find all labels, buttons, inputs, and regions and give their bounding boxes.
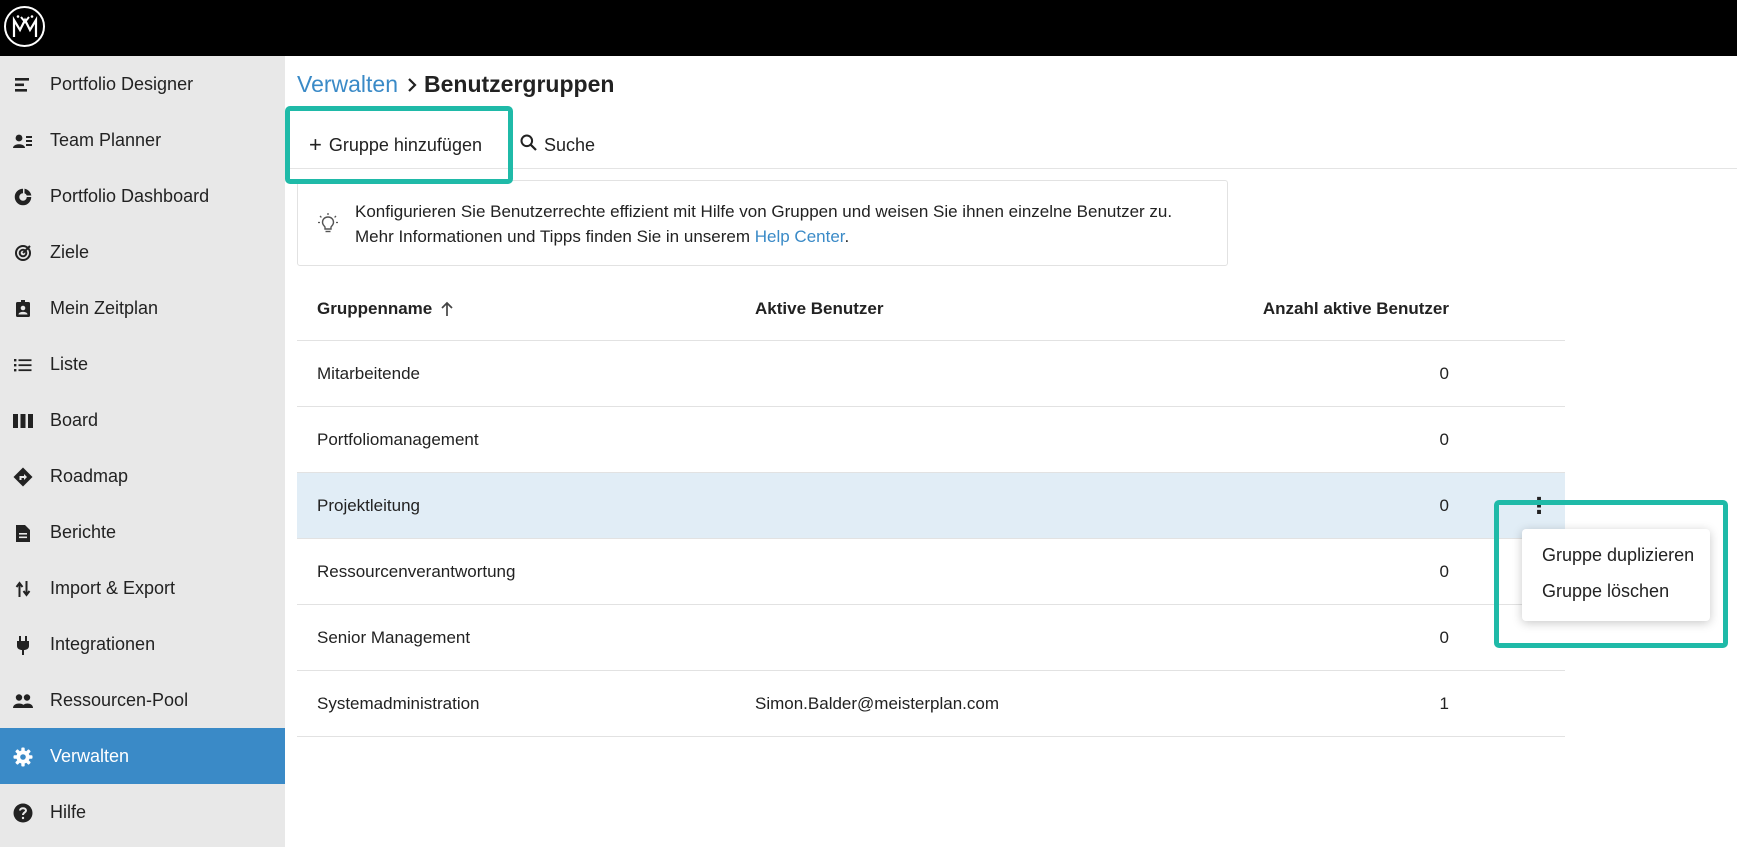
user-count-cell: 0 bbox=[1439, 430, 1449, 449]
breadcrumb-link-verwalten[interactable]: Verwalten bbox=[297, 71, 398, 98]
directions-icon bbox=[13, 467, 33, 487]
group-name-cell: Projektleitung bbox=[317, 496, 421, 515]
column-header-active-user-count[interactable]: Anzahl aktive Benutzer bbox=[1263, 276, 1449, 341]
swap-arrows-icon bbox=[13, 579, 33, 599]
team-planner-icon bbox=[13, 131, 33, 151]
sidebar-item-ressourcen-pool[interactable]: Ressourcen-Pool bbox=[0, 672, 285, 728]
search-button[interactable]: Suche bbox=[520, 128, 595, 162]
badge-schedule-icon bbox=[13, 299, 33, 319]
info-line-1: Konfigurieren Sie Benutzerrechte effizie… bbox=[355, 202, 1173, 221]
info-line-2-suffix: . bbox=[844, 227, 850, 246]
sidebar-item-label: Import & Export bbox=[50, 577, 176, 598]
group-name-cell: Systemadministration bbox=[317, 694, 480, 713]
table-row[interactable]: Senior Management 0 bbox=[297, 605, 1565, 671]
main-content: Verwalten Benutzergruppen + Gruppe hinzu… bbox=[285, 56, 1737, 847]
info-line-2-prefix: Mehr Informationen und Tipps finden Sie … bbox=[355, 227, 755, 246]
board-columns-icon bbox=[13, 411, 33, 431]
group-name-cell: Portfoliomanagement bbox=[317, 430, 479, 449]
donut-chart-icon bbox=[13, 187, 33, 207]
sidebar-item-label: Hilfe bbox=[50, 801, 87, 822]
sidebar-item-portfolio-designer[interactable]: Portfolio Designer bbox=[0, 56, 285, 112]
group-name-cell: Mitarbeitende bbox=[317, 364, 421, 383]
document-icon bbox=[13, 523, 33, 543]
user-count-cell: 0 bbox=[1439, 364, 1449, 383]
sidebar-item-import-export[interactable]: Import & Export bbox=[0, 560, 285, 616]
sidebar-item-roadmap[interactable]: Roadmap bbox=[0, 448, 285, 504]
sidebar-item-label: Verwalten bbox=[50, 745, 130, 766]
column-header-label: Gruppenname bbox=[317, 298, 433, 318]
sidebar-item-team-planner[interactable]: Team Planner bbox=[0, 112, 285, 168]
portfolio-designer-icon bbox=[13, 75, 33, 95]
table-row[interactable]: Systemadministration Simon.Balder@meiste… bbox=[297, 671, 1565, 737]
sidebar-item-verwalten[interactable]: Verwalten bbox=[0, 728, 285, 784]
sidebar-item-label: Mein Zeitplan bbox=[50, 297, 159, 318]
sidebar-item-label: Roadmap bbox=[50, 465, 129, 486]
sidebar-item-label: Board bbox=[50, 409, 99, 430]
sidebar-item-label: Team Planner bbox=[50, 129, 162, 150]
toolbar-divider bbox=[285, 168, 1737, 169]
chevron-right-icon bbox=[407, 77, 417, 93]
user-count-cell: 0 bbox=[1439, 628, 1449, 647]
more-options-icon[interactable]: ⋮ bbox=[1528, 495, 1550, 517]
sidebar-item-label: Ressourcen-Pool bbox=[50, 689, 189, 710]
sidebar-item-label: Ziele bbox=[50, 241, 90, 262]
context-menu: Gruppe duplizieren Gruppe löschen bbox=[1522, 529, 1710, 621]
search-icon bbox=[520, 134, 544, 156]
user-count-cell: 0 bbox=[1439, 562, 1449, 581]
sidebar-item-label: Portfolio Dashboard bbox=[50, 185, 210, 206]
info-box: Konfigurieren Sie Benutzerrechte effizie… bbox=[297, 180, 1228, 266]
table-row[interactable]: Mitarbeitende 0 bbox=[297, 341, 1565, 407]
page-title: Benutzergruppen bbox=[424, 71, 615, 97]
meisterplan-logo-icon[interactable] bbox=[4, 6, 45, 47]
table-header: Gruppenname Aktive Benutzer Anzahl aktiv… bbox=[297, 276, 1565, 341]
sidebar: Portfolio Designer Team Planner Portfoli… bbox=[0, 56, 285, 847]
info-text: Konfigurieren Sie Benutzerrechte effizie… bbox=[355, 199, 1172, 249]
top-bar bbox=[0, 0, 1737, 56]
sidebar-item-portfolio-dashboard[interactable]: Portfolio Dashboard bbox=[0, 168, 285, 224]
sidebar-item-hilfe[interactable]: Hilfe bbox=[0, 784, 285, 840]
user-count-cell: 0 bbox=[1439, 496, 1449, 515]
sidebar-item-ziele[interactable]: Ziele bbox=[0, 224, 285, 280]
sidebar-item-berichte[interactable]: Berichte bbox=[0, 504, 285, 560]
sidebar-item-label: Integrationen bbox=[50, 633, 156, 654]
sidebar-item-label: Liste bbox=[50, 353, 89, 374]
group-name-cell: Ressourcenverantwortung bbox=[317, 562, 516, 581]
add-group-label: Gruppe hinzufügen bbox=[328, 134, 482, 155]
sidebar-item-mein-zeitplan[interactable]: Mein Zeitplan bbox=[0, 280, 285, 336]
sidebar-item-integrationen[interactable]: Integrationen bbox=[0, 616, 285, 672]
help-center-link[interactable]: Help Center bbox=[755, 227, 845, 246]
plus-icon: + bbox=[309, 132, 322, 157]
table-row-selected[interactable]: Projektleitung 0 ⋮ bbox=[297, 473, 1565, 539]
target-icon bbox=[13, 243, 33, 263]
menu-item-duplicate-group[interactable]: Gruppe duplizieren bbox=[1542, 545, 1694, 566]
sort-ascending-icon bbox=[440, 301, 454, 317]
info-line-2: Mehr Informationen und Tipps finden Sie … bbox=[355, 224, 1172, 249]
active-users-cell: Simon.Balder@meisterplan.com bbox=[755, 694, 1000, 713]
column-header-group-name[interactable]: Gruppenname bbox=[317, 276, 454, 341]
gear-icon bbox=[13, 747, 33, 767]
user-count-cell: 1 bbox=[1439, 694, 1449, 713]
plug-icon bbox=[13, 635, 33, 655]
lightbulb-icon bbox=[318, 213, 338, 240]
sidebar-item-liste[interactable]: Liste bbox=[0, 336, 285, 392]
sidebar-item-label: Portfolio Designer bbox=[50, 73, 194, 94]
sidebar-item-label: Berichte bbox=[50, 521, 117, 542]
add-group-button[interactable]: + Gruppe hinzufügen bbox=[309, 128, 482, 162]
column-header-active-users[interactable]: Aktive Benutzer bbox=[755, 276, 883, 341]
sidebar-item-board[interactable]: Board bbox=[0, 392, 285, 448]
groups-table: Gruppenname Aktive Benutzer Anzahl aktiv… bbox=[297, 276, 1565, 737]
table-row[interactable]: Portfoliomanagement 0 bbox=[297, 407, 1565, 473]
people-icon bbox=[13, 691, 33, 711]
help-icon bbox=[13, 803, 33, 823]
breadcrumb: Verwalten Benutzergruppen bbox=[297, 71, 614, 98]
group-name-cell: Senior Management bbox=[317, 628, 471, 647]
menu-item-delete-group[interactable]: Gruppe löschen bbox=[1542, 581, 1669, 602]
search-label: Suche bbox=[544, 134, 596, 155]
table-row[interactable]: Ressourcenverantwortung 0 bbox=[297, 539, 1565, 605]
list-icon bbox=[13, 355, 33, 375]
